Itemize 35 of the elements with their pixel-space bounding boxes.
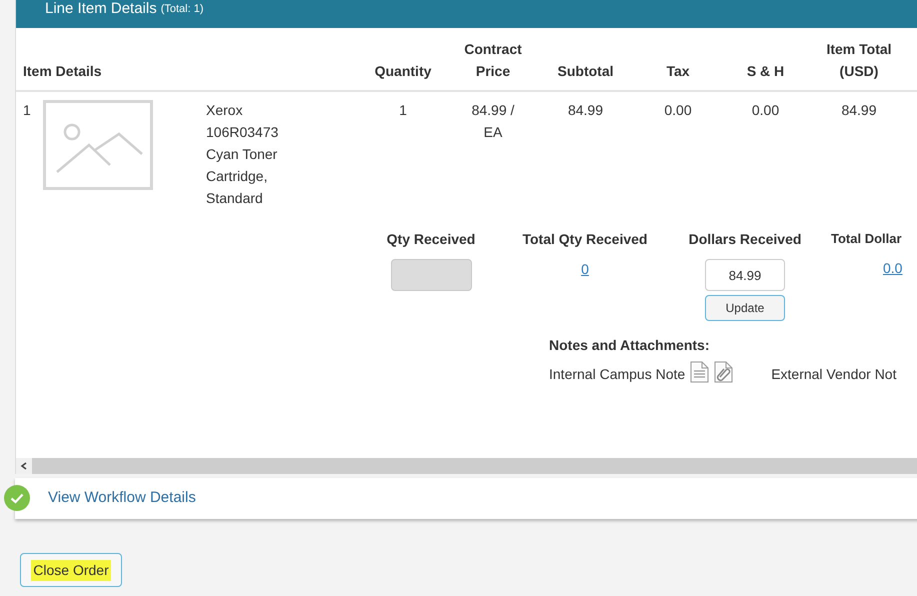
quantity-link[interactable]: 0 xyxy=(581,259,589,280)
item-count: (Total: 1) xyxy=(160,2,204,17)
update-button[interactable]: Update xyxy=(705,295,785,321)
column-header: Dollars Received xyxy=(688,230,802,249)
line-number: 1 xyxy=(23,101,32,120)
column-header: Subtotal xyxy=(558,62,614,81)
column-header: Contract Price xyxy=(463,40,523,81)
table-cell-text: 0.00 xyxy=(663,101,693,120)
table-cell-text: 0.00 xyxy=(750,101,780,120)
workflow-link[interactable]: View Workflow Details xyxy=(48,487,196,510)
column-header: Item Total (USD) xyxy=(825,40,893,81)
column-header: Item Details xyxy=(23,62,102,81)
image-placeholder-icon xyxy=(43,100,153,190)
note-label: Internal Campus Note xyxy=(549,365,686,384)
column-header: Quantity xyxy=(374,62,432,81)
table-cell-text: 84.99 xyxy=(566,101,604,120)
amount-link[interactable]: 0.0 xyxy=(883,258,902,278)
table-cell-text: 1 xyxy=(398,101,408,120)
document-icon[interactable] xyxy=(688,361,710,383)
close-order-button[interactable]: Close Order xyxy=(20,553,122,587)
section-title: Line Item Details xyxy=(45,0,157,18)
attachment-icon[interactable] xyxy=(712,361,734,383)
notes-title: Notes and Attachments: xyxy=(549,336,711,355)
table-cell-text: 84.99 / EA xyxy=(470,101,516,142)
item-description: Xerox 106R03473 Cyan Toner Cartridge, Standard xyxy=(206,101,280,208)
dollars-received-field[interactable]: 84.99 xyxy=(705,259,785,291)
chevron-left-icon[interactable] xyxy=(20,462,28,470)
column-header: Total Qty Received xyxy=(522,230,648,249)
column-header: Total Dollar xyxy=(831,230,902,248)
horizontal-scrollbar[interactable] xyxy=(16,458,917,474)
column-header: S & H xyxy=(746,62,784,81)
note-label: External Vendor Not xyxy=(771,365,896,384)
table-cell-text: 84.99 xyxy=(840,101,878,120)
column-header: Tax xyxy=(666,62,690,81)
column-header: Qty Received xyxy=(386,230,476,249)
